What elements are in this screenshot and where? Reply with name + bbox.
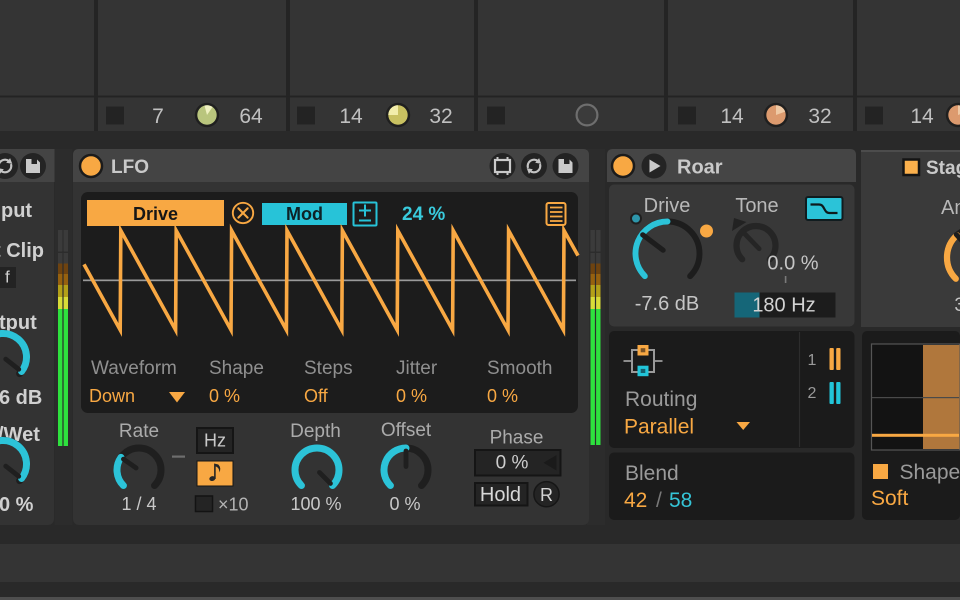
svg-text:2: 2	[808, 385, 817, 402]
svg-text:0.0 %: 0.0 %	[767, 253, 818, 275]
svg-text:Shape: Shape	[209, 358, 264, 379]
svg-text:Routing: Routing	[625, 388, 697, 411]
svg-text:Depth: Depth	[290, 421, 341, 442]
svg-text:100 %: 100 %	[290, 494, 341, 514]
svg-text:0 %: 0 %	[487, 386, 518, 406]
svg-text:1 / 4: 1 / 4	[121, 494, 156, 514]
svg-text:0 %: 0 %	[389, 494, 420, 514]
svg-text:Steps: Steps	[304, 358, 353, 379]
svg-text:t Clip: t Clip	[0, 240, 44, 262]
svg-text:24 %: 24 %	[402, 204, 445, 225]
svg-text:Jitter: Jitter	[396, 358, 438, 379]
svg-text:Off: Off	[304, 386, 329, 406]
svg-text:1: 1	[808, 352, 817, 369]
svg-text:Hz: Hz	[204, 431, 226, 451]
svg-text:Stage: Stage	[926, 158, 960, 179]
svg-text:Smooth: Smooth	[487, 358, 552, 379]
svg-text:Shaper: Shaper	[900, 461, 960, 484]
svg-text:0 %: 0 %	[396, 386, 427, 406]
svg-text:6 dB: 6 dB	[0, 387, 42, 409]
svg-text:Waveform: Waveform	[91, 358, 177, 379]
svg-text:32: 32	[429, 105, 452, 128]
svg-text:Down: Down	[89, 386, 135, 406]
svg-text:0 %: 0 %	[209, 386, 240, 406]
svg-text:/: /	[656, 489, 662, 512]
svg-text:14: 14	[720, 105, 744, 128]
svg-text:58: 58	[669, 489, 692, 512]
svg-text:put: put	[1, 200, 32, 222]
svg-text:×10: ×10	[218, 495, 249, 515]
svg-text:Drive: Drive	[644, 195, 691, 217]
svg-text:Parallel: Parallel	[624, 416, 694, 439]
svg-text:Roar: Roar	[677, 157, 723, 179]
svg-text:-7.6 dB: -7.6 dB	[635, 293, 699, 315]
svg-text:0 %: 0 %	[0, 494, 34, 516]
svg-text:14: 14	[910, 105, 934, 128]
svg-text:Phase: Phase	[490, 428, 544, 449]
svg-text:Soft: Soft	[871, 487, 909, 510]
svg-text:Mod: Mod	[286, 204, 323, 224]
svg-text:Tone: Tone	[735, 195, 778, 217]
svg-text:32 %: 32 %	[954, 295, 960, 316]
svg-text:64: 64	[239, 105, 263, 128]
svg-text:Hold: Hold	[480, 484, 521, 506]
svg-text:180 Hz: 180 Hz	[752, 295, 815, 317]
svg-text:0 %: 0 %	[496, 453, 529, 474]
svg-text:Offset: Offset	[381, 420, 432, 441]
svg-text:Blend: Blend	[625, 462, 679, 485]
svg-text:42: 42	[624, 489, 647, 512]
svg-text:R: R	[540, 485, 553, 505]
svg-text:f: f	[5, 268, 10, 287]
svg-text:14: 14	[339, 105, 363, 128]
svg-text:Amount: Amount	[941, 197, 960, 219]
svg-text:LFO: LFO	[111, 157, 149, 178]
svg-text:7: 7	[152, 105, 164, 128]
svg-text:Drive: Drive	[133, 204, 178, 224]
svg-text:32: 32	[808, 105, 831, 128]
svg-text:Rate: Rate	[119, 421, 159, 442]
